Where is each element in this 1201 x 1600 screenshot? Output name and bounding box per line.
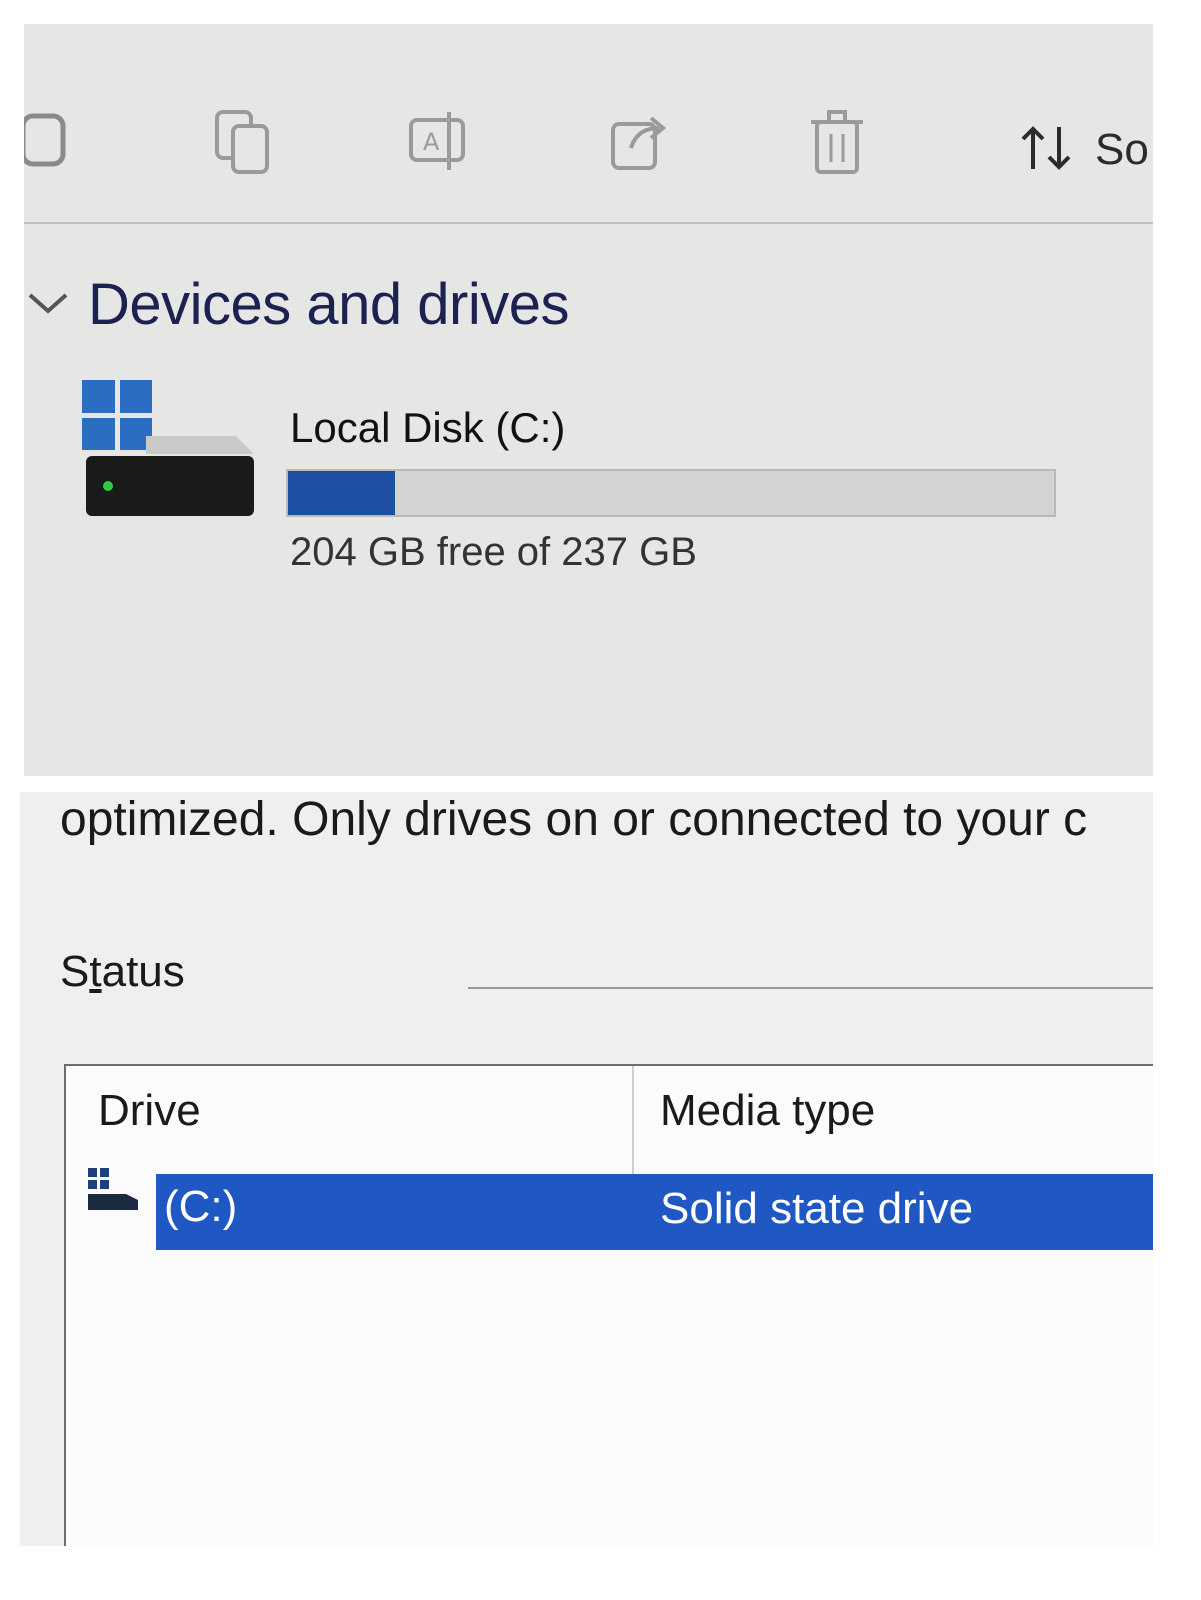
toolbar-divider — [24, 222, 1153, 224]
table-row[interactable]: (C:) Solid state drive — [156, 1174, 1153, 1250]
row-drive-cell: (C:) — [164, 1182, 238, 1231]
devices-section-header[interactable]: Devices and drives — [24, 269, 570, 339]
svg-text:A: A — [423, 128, 440, 156]
delete-icon[interactable] — [802, 102, 872, 182]
hard-drive-icon — [86, 436, 254, 516]
disk-usage-bar — [286, 469, 1056, 517]
optimize-drives-panel: optimized. Only drives on or connected t… — [20, 792, 1153, 1546]
status-divider — [468, 987, 1153, 989]
section-title: Devices and drives — [88, 271, 570, 337]
drive-name: Local Disk (C:) — [290, 404, 566, 451]
command-bar: A So — [24, 24, 1153, 220]
drive-tile-c[interactable]: Local Disk (C:) 204 GB free of 237 GB — [78, 374, 1128, 574]
status-group: Status — [60, 947, 1153, 1017]
sort-icon — [1019, 123, 1075, 178]
new-icon[interactable] — [24, 102, 84, 182]
row-media-type-cell: Solid state drive — [660, 1184, 974, 1233]
drive-row-icon — [88, 1168, 138, 1210]
status-label: Status — [60, 947, 185, 996]
description-text: optimized. Only drives on or connected t… — [60, 793, 1088, 846]
rename-icon[interactable]: A — [404, 102, 474, 182]
sort-button[interactable]: So — [1019, 120, 1149, 180]
copy-icon[interactable] — [210, 102, 280, 182]
drive-list[interactable]: Drive Media type (C:) Solid state drive — [64, 1064, 1153, 1546]
file-explorer-panel: A So Devices and drives Local Disk (C:) … — [24, 24, 1153, 776]
column-header-drive[interactable]: Drive — [98, 1086, 201, 1136]
column-divider[interactable] — [632, 1066, 634, 1176]
chevron-down-icon[interactable] — [24, 287, 72, 322]
drive-free-space: 204 GB free of 237 GB — [290, 530, 697, 574]
column-header-media-type[interactable]: Media type — [660, 1086, 875, 1136]
share-icon[interactable] — [604, 102, 674, 182]
disk-usage-fill — [288, 471, 396, 515]
sort-label: So — [1095, 125, 1149, 174]
